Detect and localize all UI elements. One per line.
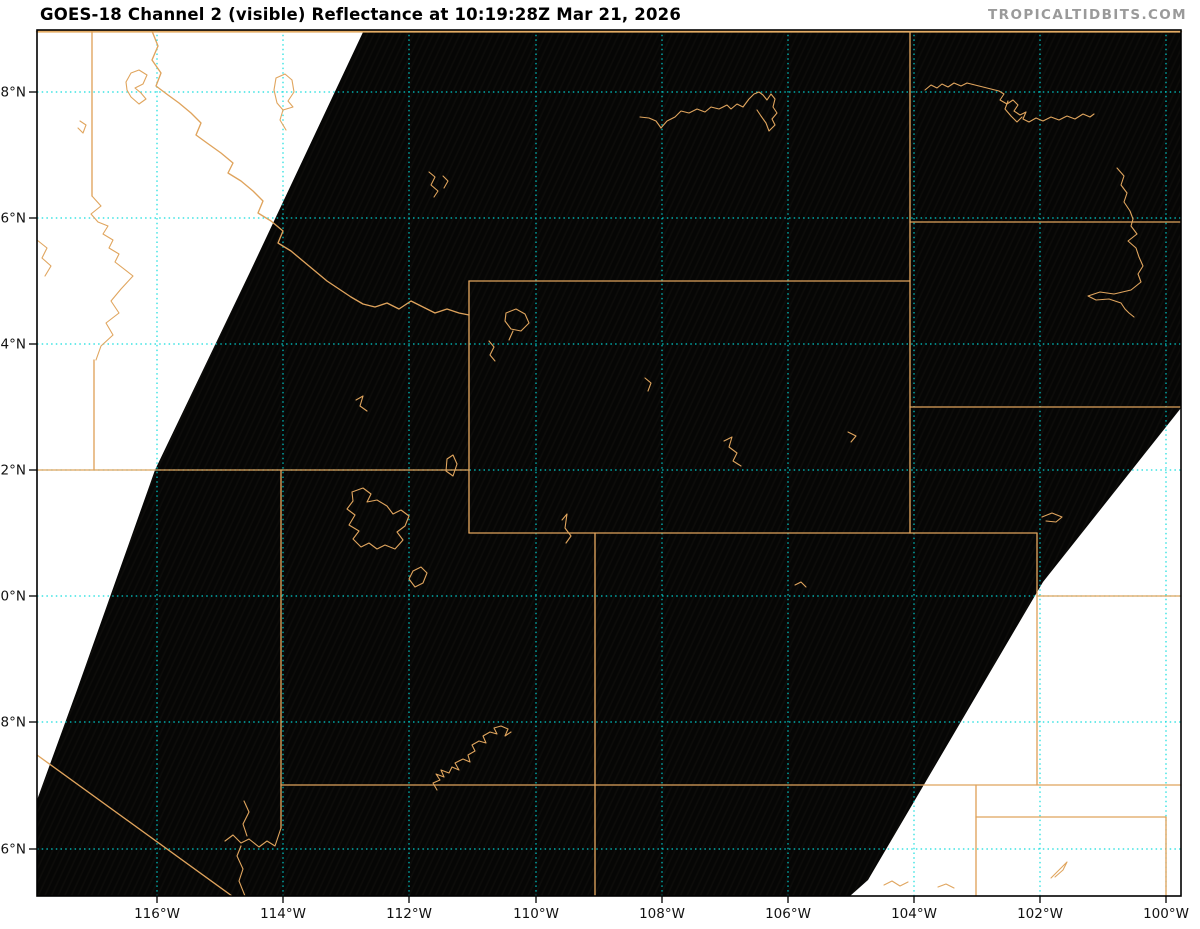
lon-tick-label: 110°W <box>513 906 559 922</box>
satellite-map-image: 116°W 114°W 112°W 110°W 108°W 106°W 104°W 102°W… <box>0 29 1189 922</box>
lat-tick-label: 42°N <box>0 463 26 479</box>
lat-tick-label: 44°N <box>0 337 26 353</box>
lat-tick-label: 38°N <box>0 715 26 731</box>
lon-tick-label: 102°W <box>1017 906 1063 922</box>
lon-tick-label: 114°W <box>260 906 306 922</box>
lon-tick-label: 104°W <box>891 906 937 922</box>
lon-tick-label: 116°W <box>134 906 180 922</box>
lon-tick-label: 112°W <box>386 906 432 922</box>
lat-tick-label: 36°N <box>0 842 26 858</box>
lon-tick-label: 106°W <box>765 906 811 922</box>
goes-satellite-image-page: GOES-18 Channel 2 (visible) Reflectance … <box>0 0 1200 929</box>
lat-tick-label: 40°N <box>0 589 26 605</box>
lon-tick-label: 100°W <box>1143 906 1189 922</box>
lon-tick-label: 108°W <box>639 906 685 922</box>
lat-tick-label: 48°N <box>0 85 26 101</box>
lat-tick-label: 46°N <box>0 211 26 227</box>
